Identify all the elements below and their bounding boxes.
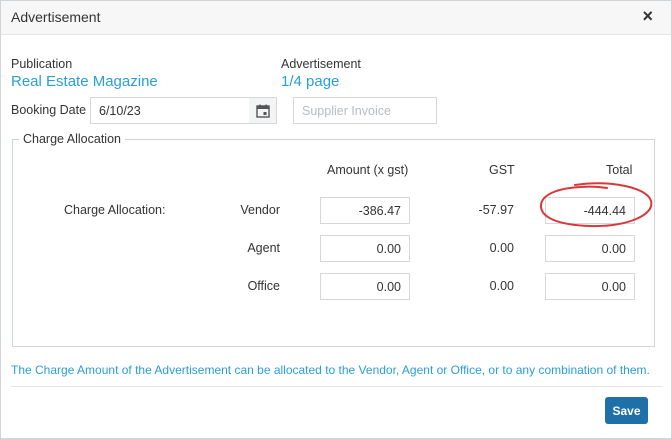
footer-divider	[11, 386, 663, 387]
amount-header: Amount (x gst)	[327, 163, 409, 177]
calendar-icon	[255, 104, 270, 118]
vendor-total-input[interactable]	[545, 197, 635, 224]
total-header: Total	[606, 163, 633, 177]
booking-date-label: Booking Date	[11, 103, 87, 117]
office-total-input[interactable]	[545, 273, 635, 300]
charge-allocation-legend: Charge Allocation	[23, 132, 121, 146]
gst-header: GST	[489, 163, 515, 177]
agent-label: Agent	[247, 241, 280, 255]
close-icon[interactable]: ×	[642, 7, 653, 25]
advertisement-dialog: Advertisement × Publication Real Estate …	[0, 0, 672, 439]
office-amount-input[interactable]	[320, 273, 410, 300]
save-button[interactable]: Save	[605, 397, 648, 424]
booking-date-input[interactable]	[90, 97, 250, 124]
publication-label: Publication	[11, 57, 73, 71]
vendor-label: Vendor	[240, 203, 280, 217]
advertisement-link[interactable]: 1/4 page	[281, 73, 339, 90]
agent-amount-input[interactable]	[320, 235, 410, 262]
vendor-gst-value: -57.97	[478, 203, 514, 217]
office-gst-value: 0.00	[489, 279, 514, 293]
calendar-button[interactable]	[249, 97, 277, 124]
supplier-invoice-input[interactable]	[293, 97, 437, 124]
agent-gst-value: 0.00	[489, 241, 514, 255]
publication-link[interactable]: Real Estate Magazine	[11, 73, 158, 90]
allocation-help-note: The Charge Amount of the Advertisement c…	[11, 363, 650, 377]
dialog-title: Advertisement	[11, 9, 101, 25]
agent-total-input[interactable]	[545, 235, 635, 262]
dialog-titlebar: Advertisement ×	[1, 1, 671, 35]
charge-allocation-row-label: Charge Allocation:	[64, 203, 166, 217]
office-label: Office	[247, 279, 280, 293]
advertisement-label: Advertisement	[281, 57, 361, 71]
vendor-amount-input[interactable]	[320, 197, 410, 224]
